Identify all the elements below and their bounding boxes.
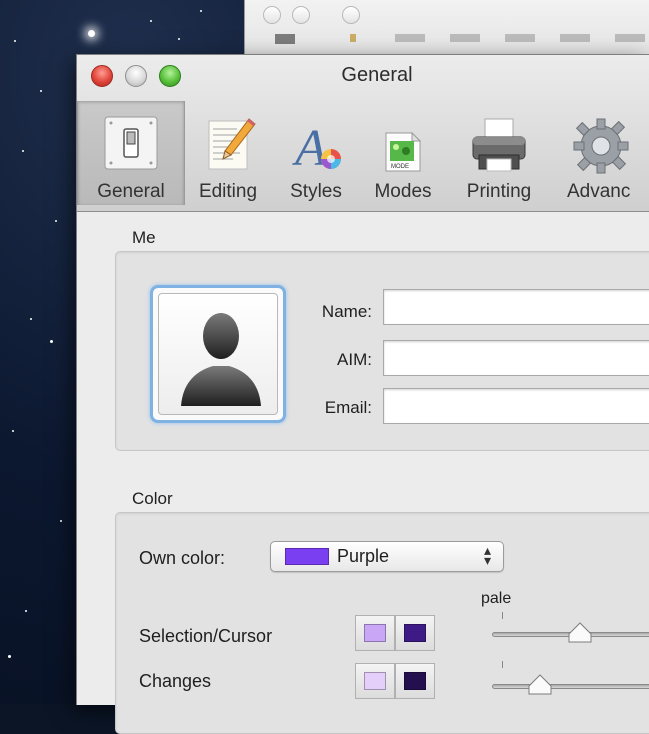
own-color-label: Own color: <box>139 548 226 568</box>
star <box>40 90 42 92</box>
star <box>150 20 152 22</box>
selection-light-color-well[interactable] <box>355 615 395 651</box>
gear-icon <box>570 115 632 182</box>
background-toolbar-item <box>615 34 645 42</box>
selection-light-swatch <box>364 624 386 642</box>
star <box>14 40 16 42</box>
changes-label: Changes <box>139 671 212 691</box>
background-window-close-button[interactable] <box>263 6 281 24</box>
aim-field[interactable] <box>383 340 649 376</box>
minimize-button[interactable] <box>125 65 147 87</box>
background-window-zoom-button[interactable] <box>342 6 360 24</box>
person-silhouette-icon <box>181 313 261 406</box>
toolbar-label: General <box>97 181 165 202</box>
star <box>178 38 180 40</box>
background-toolbar-item <box>275 34 295 44</box>
star <box>200 10 202 12</box>
toolbar-item-styles[interactable]: A Styles <box>273 107 359 205</box>
color-section-title: Color <box>132 489 173 508</box>
changes-dark-color-well[interactable] <box>395 663 435 699</box>
name-field[interactable] <box>383 289 649 325</box>
toolbar-item-editing[interactable]: Editing <box>183 107 273 205</box>
changes-dark-swatch <box>404 672 426 690</box>
background-toolbar-item <box>450 34 480 42</box>
selection-dark-color-well[interactable] <box>395 615 435 651</box>
toolbar-label: Editing <box>198 181 258 202</box>
me-section-title: Me <box>132 228 156 247</box>
svg-text:A: A <box>292 120 327 177</box>
aim-label: AIM: <box>337 350 372 369</box>
background-window-minimize-button[interactable] <box>292 6 310 24</box>
star <box>12 430 14 432</box>
toolbar-label: Modes <box>374 181 432 202</box>
selection-cursor-label: Selection/Cursor <box>139 626 273 646</box>
background-toolbar-item <box>560 34 590 42</box>
printer-icon <box>467 115 531 182</box>
popup-arrows-icon: ▴ ▾ <box>483 542 491 568</box>
toolbar-item-modes[interactable]: MODE Modes <box>359 107 447 205</box>
background-toolbar-item <box>395 34 425 42</box>
star <box>30 318 32 320</box>
star <box>8 655 11 658</box>
toolbar-item-advanced[interactable]: Advanc <box>551 107 649 205</box>
window-title: General <box>341 64 413 86</box>
close-button[interactable] <box>91 65 113 87</box>
own-color-popup[interactable]: Purple ▴ ▾ <box>270 541 504 572</box>
changes-light-color-well[interactable] <box>355 663 395 699</box>
own-color-value: Purple <box>337 546 390 566</box>
background-toolbar-item <box>350 34 356 42</box>
user-picture-well[interactable] <box>150 285 286 423</box>
background-toolbar-item <box>505 34 535 42</box>
name-label: Name: <box>321 302 372 321</box>
star <box>25 610 27 612</box>
star <box>60 520 62 522</box>
switch-icon <box>103 115 159 176</box>
selection-dark-swatch <box>404 624 426 642</box>
toolbar-label: Styles <box>290 181 342 202</box>
mode-icon: MODE <box>372 115 434 182</box>
notepad-pencil-icon <box>197 115 259 182</box>
star <box>55 220 57 222</box>
changes-light-swatch <box>364 672 386 690</box>
toolbar-label: Advanc <box>567 181 631 202</box>
star <box>88 30 95 37</box>
changes-pale-slider-track[interactable] <box>492 684 649 689</box>
pale-label: pale <box>481 590 512 607</box>
email-label: Email: <box>324 398 372 417</box>
toolbar-item-general[interactable]: General <box>77 101 185 205</box>
email-field[interactable] <box>383 388 649 424</box>
star <box>50 340 53 343</box>
own-color-swatch <box>285 548 329 565</box>
zoom-button[interactable] <box>159 65 181 87</box>
svg-text:MODE: MODE <box>391 164 409 170</box>
star <box>22 150 24 152</box>
unified-titlebar-toolbar: General General Editing A Styles MODE Mo… <box>77 55 649 212</box>
changes-pale-slider-knob[interactable] <box>527 674 553 696</box>
selection-pale-slider-knob[interactable] <box>567 622 593 644</box>
slider-tick <box>502 661 503 668</box>
toolbar-label: Printing <box>466 181 532 202</box>
toolbar-item-printing[interactable]: Printing <box>447 107 551 205</box>
styles-letter-icon: A <box>285 115 347 182</box>
user-picture <box>158 293 278 415</box>
slider-tick <box>502 612 503 619</box>
